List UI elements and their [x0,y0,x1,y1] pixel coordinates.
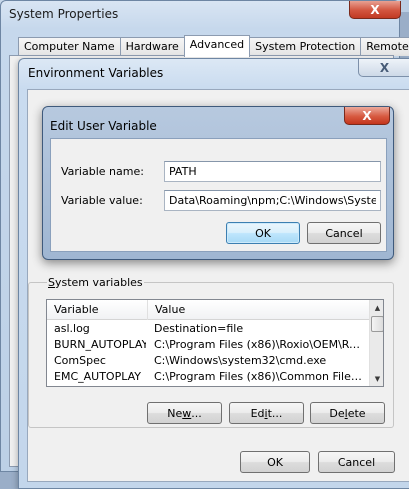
list-header: Variable Value [47,300,369,320]
variable-value-label: Variable value: [61,194,143,207]
vertical-scrollbar[interactable]: ▲ ▼ [369,300,383,386]
environment-variables-title: Environment Variables [28,66,164,80]
system-properties-title: System Properties [9,7,119,21]
arrow-down-icon: ▼ [374,374,381,383]
column-header-value[interactable]: Value [148,300,369,320]
delete-button[interactable]: De l ete [310,402,385,424]
row-variable: ComSpec [54,354,106,367]
table-row[interactable]: asl.log Destination=file [47,321,369,337]
table-row[interactable]: BURN_AUTOPLAY C:\Program Files (x86)\Rox… [47,337,369,353]
variable-name-input[interactable] [164,161,381,182]
variable-value-input[interactable] [164,190,381,211]
table-row[interactable]: ComSpec C:\Windows\system32\cmd.exe [47,353,369,369]
edit-user-variable-body: Variable name: Variable value: OK Cancel [50,138,387,252]
system-properties-tabs: Computer Name Hardware Advanced System P… [18,35,409,57]
tab-advanced[interactable]: Advanced [183,35,251,57]
edit-button[interactable]: Ed i t... [229,402,304,424]
row-value: C:\Program Files (x86)\Roxio\OEM\Roxi... [154,338,366,351]
environment-variables-close-button[interactable]: X [358,59,409,77]
new-button[interactable]: Ne w... [147,402,222,424]
tab-system-protection[interactable]: System Protection [249,37,362,56]
env-cancel-button[interactable]: Cancel [318,451,395,473]
close-icon: X [379,60,390,75]
row-value: C:\Windows\system32\cmd.exe [154,354,327,367]
edit-ok-button[interactable]: OK [226,222,300,244]
edit-user-variable-dialog: Edit User Variable X Variable name: Vari… [42,106,394,260]
row-variable: BURN_AUTOPLAY [54,338,146,351]
column-header-variable[interactable]: Variable [47,300,148,320]
variable-name-label: Variable name: [61,165,144,178]
close-icon: X [362,108,372,123]
arrow-up-icon: ▲ [374,303,381,312]
tab-remote[interactable]: Remote [360,37,409,56]
row-value: Destination=file [154,322,244,335]
close-icon: X [370,2,380,17]
env-ok-button[interactable]: OK [240,451,310,473]
table-row[interactable]: EMC_AUTOPLAY C:\Program Files (x86)\Comm… [47,369,369,385]
edit-cancel-button[interactable]: Cancel [307,222,381,244]
scroll-thumb[interactable] [371,316,383,332]
row-value: C:\Program Files (x86)\Common Files\R... [154,370,366,383]
edit-user-variable-title: Edit User Variable [50,119,157,133]
tab-computer-name[interactable]: Computer Name [18,37,121,56]
scroll-down-button[interactable]: ▼ [370,371,383,386]
system-variables-label: System variables [47,276,144,289]
tab-hardware[interactable]: Hardware [119,37,185,56]
edit-dialog-close-button[interactable]: X [344,107,390,125]
system-variables-list[interactable]: Variable Value asl.log Destination=file … [46,299,384,387]
system-properties-close-button[interactable]: X [349,1,401,19]
scroll-up-button[interactable]: ▲ [370,300,383,315]
row-variable: asl.log [54,322,90,335]
row-variable: EMC_AUTOPLAY [54,370,141,383]
